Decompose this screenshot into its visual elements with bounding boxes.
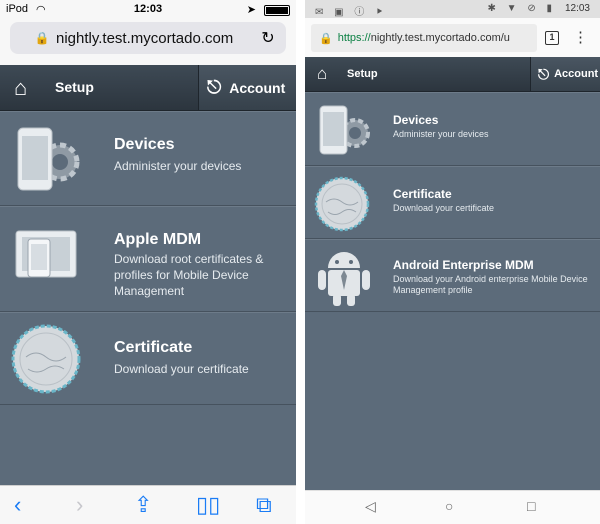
home-button-icon[interactable]: ○ xyxy=(445,498,453,514)
account-button[interactable]: ⎋ Account xyxy=(198,65,296,110)
item-title: Android Enterprise MDM xyxy=(393,258,534,272)
item-desc: Administer your devices xyxy=(114,159,242,173)
top-navbar: ⌂ Setup ⎋ Account xyxy=(0,65,296,111)
home-icon[interactable]: ⌂ xyxy=(317,64,327,84)
android-screen: ✉ ▣ ⓘ ⯈ ✱ ▼ ⊘ ▮ 12:03 🔒 https://nightly.… xyxy=(305,0,600,524)
tab-switcher-button[interactable]: 1 xyxy=(545,31,559,45)
item-title: Certificate xyxy=(393,187,452,201)
app-content: ⌂ Setup ⎋ Account Devices Administer you… xyxy=(0,65,296,485)
android-icon xyxy=(318,252,370,306)
item-title: Apple MDM xyxy=(114,231,202,248)
android-nav-bar: ◁ ○ □ xyxy=(305,490,600,524)
share-icon[interactable]: ⇪ xyxy=(134,492,152,518)
devices-icon xyxy=(319,105,370,155)
overflow-menu-icon[interactable]: ⋮ xyxy=(573,28,588,46)
item-title: Devices xyxy=(114,136,175,153)
battery-icon xyxy=(264,5,290,16)
app-content: ⌂ Setup ⎋ Account Devices Administer you… xyxy=(305,57,600,490)
home-icon[interactable]: ⌂ xyxy=(14,75,27,101)
account-label: Account xyxy=(229,79,286,96)
back-icon[interactable]: ‹ xyxy=(14,492,21,518)
notification-icons: ✉ ▣ ⓘ ⯈ xyxy=(315,7,388,18)
ios-status-bar: iPod ◠ 12:03 ➤ xyxy=(0,0,296,20)
setup-link[interactable]: Setup xyxy=(55,79,94,95)
certificate-icon xyxy=(314,176,370,232)
menu-item-certificate[interactable]: Certificate Download your certificate xyxy=(0,312,296,405)
menu-item-devices[interactable]: Devices Administer your devices xyxy=(305,92,600,166)
safari-toolbar: ‹ › ⇪ ▯▯ ⧉ xyxy=(0,485,296,524)
recents-icon[interactable]: □ xyxy=(527,498,535,514)
menu-item-devices[interactable]: Devices Administer your devices xyxy=(0,111,296,206)
tabs-icon[interactable]: ⧉ xyxy=(256,492,272,518)
item-desc: Download your certificate xyxy=(393,203,495,213)
url-text[interactable]: nightly.test.mycortado.com xyxy=(56,30,256,47)
forward-icon[interactable]: › xyxy=(76,492,83,518)
status-time: 12:03 xyxy=(564,3,590,14)
url-scheme: https:// xyxy=(337,32,371,44)
account-button[interactable]: ⎋ Account xyxy=(530,57,600,91)
menu-item-certificate[interactable]: Certificate Download your certificate xyxy=(305,166,600,239)
exit-icon: ⎋ xyxy=(538,65,550,82)
apple-mdm-icon xyxy=(15,230,77,278)
item-desc: Administer your devices xyxy=(393,129,489,139)
android-status-bar: ✉ ▣ ⓘ ⯈ ✱ ▼ ⊘ ▮ 12:03 xyxy=(305,0,600,18)
item-desc: Download your Android enterprise Mobile … xyxy=(393,274,588,295)
address-bar[interactable]: 🔒 https://nightly.test.mycortado.com/u xyxy=(311,24,537,52)
system-icons: ✱ ▼ ⊘ ▮ xyxy=(487,3,556,14)
url-text[interactable]: https://nightly.test.mycortado.com/u xyxy=(338,32,510,44)
location-icon: ➤ xyxy=(246,4,256,16)
account-label: Account xyxy=(554,68,599,80)
lock-icon: 🔒 xyxy=(34,31,50,45)
item-desc: Download your certificate xyxy=(114,362,249,376)
address-bar[interactable]: 🔒 nightly.test.mycortado.com ↻ xyxy=(10,22,286,54)
item-title: Certificate xyxy=(114,339,193,356)
bookmarks-icon[interactable]: ▯▯ xyxy=(196,492,220,518)
reload-icon[interactable]: ↻ xyxy=(256,28,280,48)
top-navbar: ⌂ Setup ⎋ Account xyxy=(305,57,600,92)
url-host: nightly.test.mycortado.com/u xyxy=(370,32,510,44)
devices-icon xyxy=(17,127,80,191)
item-title: Devices xyxy=(393,113,439,127)
certificate-icon xyxy=(11,324,81,394)
ios-screen: iPod ◠ 12:03 ➤ 🔒 nightly.test.mycortado.… xyxy=(0,0,296,524)
menu-item-apple-mdm[interactable]: Apple MDM Download root certificates & p… xyxy=(0,206,296,312)
back-icon[interactable]: ◁ xyxy=(365,498,376,515)
lock-icon: 🔒 xyxy=(319,32,333,45)
setup-link[interactable]: Setup xyxy=(347,68,378,80)
item-desc: Download root certificates & profiles fo… xyxy=(114,252,264,298)
exit-icon: ⎋ xyxy=(207,77,222,97)
menu-item-android-enterprise-mdm[interactable]: Android Enterprise MDM Download your And… xyxy=(305,239,600,312)
